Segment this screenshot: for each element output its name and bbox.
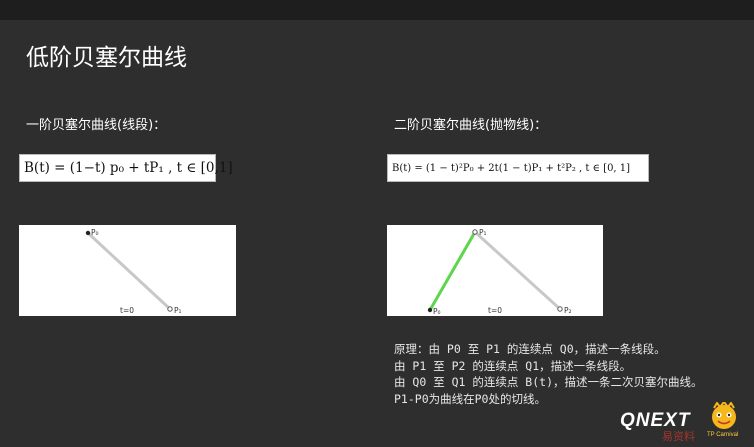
slide-title: 低阶贝塞尔曲线 [26, 45, 187, 71]
linear-formula: B(t) = (1−t) p₀ + tP₁ , t ∈ [0,1] [19, 154, 233, 182]
top-bar [0, 0, 754, 20]
principle-notes: 原理：由 P0 至 P1 的连续点 Q0，描述一条线段。 由 P1 至 P2 的… [394, 341, 703, 407]
quadratic-p2-point [557, 306, 563, 312]
quadratic-segment-p1-p2 [473, 230, 562, 311]
quadratic-p0-label: P₀ [433, 307, 441, 316]
quadratic-p1-label: P₁ [479, 228, 487, 237]
mascot-tag: TP Carnival [707, 432, 739, 438]
linear-p0-point [85, 230, 91, 236]
principle-line-4: P1-P0为曲线在P0处的切线。 [394, 391, 546, 406]
quadratic-bezier-diagram: P₀ P₁ P₂ t=0 [427, 228, 572, 316]
quadratic-p1-point [472, 229, 478, 235]
linear-p1-label: P₁ [174, 306, 182, 315]
linear-t-label: t=0 [120, 306, 134, 315]
linear-bezier-diagram: P₀ P₁ t=0 [85, 228, 182, 315]
linear-p1-point [167, 306, 173, 312]
quadratic-p0-point [427, 307, 433, 313]
quadratic-formula-text: B(t) = (1 − t)²P₀ + 2t(1 − t)P₁ + t²P₂ ,… [392, 162, 631, 174]
mascot-icon [712, 402, 736, 429]
quadratic-formula: B(t) = (1 − t)²P₀ + 2t(1 − t)P₁ + t²P₂ ,… [387, 154, 649, 182]
quadratic-bezier-heading: 二阶贝塞尔曲线(抛物线)： [394, 118, 548, 133]
principle-line-2: 由 P1 至 P2 的连续点 Q1，描述一条线段。 [394, 358, 632, 373]
linear-bezier-heading: 一阶贝塞尔曲线(线段)： [26, 118, 167, 133]
linear-bezier-panel: P₀ P₁ t=0 [19, 225, 236, 316]
principle-line-1: 原理：由 P0 至 P1 的连续点 Q0，描述一条线段。 [394, 342, 666, 356]
watermark: 易资料 [662, 430, 695, 443]
linear-formula-text: B(t) = (1−t) p₀ + tP₁ , t ∈ [0,1] [24, 160, 233, 176]
principle-line-3: 由 Q0 至 Q1 的连续点 B(t)，描述一条二次贝塞尔曲线。 [394, 375, 703, 389]
quadratic-p2-label: P₂ [564, 306, 572, 315]
quadratic-t-label: t=0 [488, 306, 502, 315]
linear-segment [86, 231, 172, 311]
quadratic-bezier-panel: P₀ P₁ P₂ t=0 [387, 225, 603, 316]
quadratic-segment-p0-p1 [428, 231, 477, 311]
linear-p0-label: P₀ [91, 228, 99, 237]
